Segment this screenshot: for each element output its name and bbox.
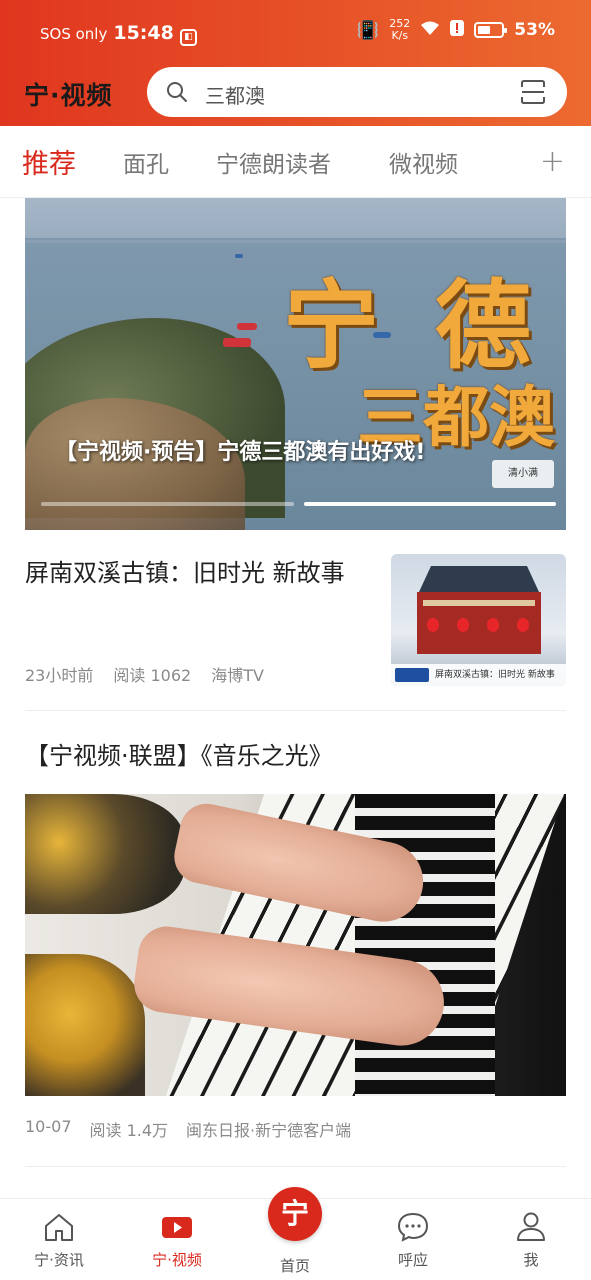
video-thumbnail[interactable] — [25, 794, 566, 1096]
divider — [25, 710, 566, 711]
home-button[interactable]: 宁 — [268, 1187, 322, 1241]
wifi-icon — [420, 20, 440, 41]
video-meta: 10-07 阅读 1.4万 闽东日报·新宁德客户端 — [25, 1117, 351, 1141]
nav-me-label: 我 — [523, 1251, 539, 1269]
video-time: 10-07 — [25, 1117, 72, 1136]
alert-icon — [450, 19, 465, 41]
nav-respond-label: 呼应 — [397, 1251, 428, 1269]
tab-micro-video[interactable]: 微视频 — [389, 145, 458, 179]
nav-video[interactable]: 宁·视频 — [118, 1209, 236, 1270]
app-header: SOS only 15:48 ◧ 📳 252 K/s 53% 宁·视频 三都澳 — [0, 0, 591, 126]
article-meta: 23小时前 阅读 1062 海博TV — [25, 662, 264, 686]
video-play-icon — [162, 1217, 192, 1238]
tab-faces[interactable]: 面孔 — [123, 145, 169, 179]
status-right: 📳 252 K/s 53% — [357, 18, 555, 42]
article-title: 屏南双溪古镇：旧时光 新故事 — [25, 559, 345, 587]
nav-video-label: 宁·视频 — [152, 1251, 202, 1269]
nav-home-label[interactable]: 首页 — [236, 1255, 354, 1276]
channel-tabs: 推荐 面孔 宁德朗读者 微视频 + — [0, 126, 591, 198]
carousel-dot — [303, 502, 556, 506]
article-reads: 阅读 1062 — [113, 666, 192, 685]
notification-app-icon: ◧ — [179, 29, 197, 46]
person-icon — [517, 1212, 545, 1241]
article-time: 23小时前 — [25, 666, 94, 685]
article-card[interactable]: 屏南双溪古镇：旧时光 新故事 23小时前 阅读 1062 海博TV 屏南双溪古镇… — [25, 554, 566, 710]
tab-ningde-reader[interactable]: 宁德朗读者 — [216, 145, 331, 179]
vibrate-icon: 📳 — [356, 19, 380, 41]
search-box[interactable]: 三都澳 — [147, 67, 567, 117]
status-left: SOS only 15:48 ◧ — [40, 22, 197, 46]
bottom-nav: 宁·资讯 宁·视频 宁 首页 呼应 我 — [0, 1187, 591, 1280]
article-thumbnail: 屏南双溪古镇：旧时光 新故事 — [391, 554, 566, 686]
carrier-text: SOS only — [40, 25, 108, 43]
scan-icon[interactable] — [519, 78, 547, 106]
nav-respond[interactable]: 呼应 — [354, 1209, 472, 1270]
nav-news[interactable]: 宁·资讯 — [0, 1209, 118, 1270]
banner-watermark: 清小满 — [492, 460, 554, 488]
battery-percent: 53% — [514, 20, 555, 40]
carousel-indicator — [41, 502, 556, 506]
clock: 15:48 — [113, 22, 174, 44]
video-source: 闽东日报·新宁德客户端 — [186, 1121, 352, 1140]
app-bar: 宁·视频 三都澳 — [0, 64, 591, 120]
search-icon — [167, 82, 187, 102]
tab-recommend[interactable]: 推荐 — [22, 142, 76, 181]
banner-caption: 【宁视频·预告】宁德三都澳有出好戏! — [55, 440, 426, 465]
article-source: 海博TV — [211, 666, 264, 685]
news-feed[interactable]: 宁 德 三都澳 【宁视频·预告】宁德三都澳有出好戏! 清小满 屏南双溪古镇：旧时… — [0, 198, 591, 1198]
battery-level — [478, 26, 491, 34]
chat-bubble-icon — [397, 1212, 429, 1242]
status-bar: SOS only 15:48 ◧ 📳 252 K/s 53% — [0, 0, 591, 62]
banner-carousel[interactable]: 宁 德 三都澳 【宁视频·预告】宁德三都澳有出好戏! 清小满 — [25, 198, 566, 530]
network-speed: 252 K/s — [389, 17, 411, 42]
battery-icon — [474, 22, 508, 38]
video-reads: 阅读 1.4万 — [89, 1121, 169, 1140]
thumbnail-logo — [395, 668, 429, 682]
home-outline-icon — [45, 1214, 73, 1241]
divider — [25, 1166, 566, 1167]
add-channel-button[interactable]: + — [540, 144, 565, 179]
video-title: 【宁视频·联盟】《音乐之光》 — [25, 742, 333, 770]
carousel-dot — [41, 502, 294, 506]
nav-me[interactable]: 我 — [472, 1209, 590, 1270]
nav-news-label: 宁·资讯 — [34, 1251, 84, 1269]
search-placeholder: 三都澳 — [205, 84, 265, 108]
app-logo: 宁·视频 — [24, 81, 113, 110]
